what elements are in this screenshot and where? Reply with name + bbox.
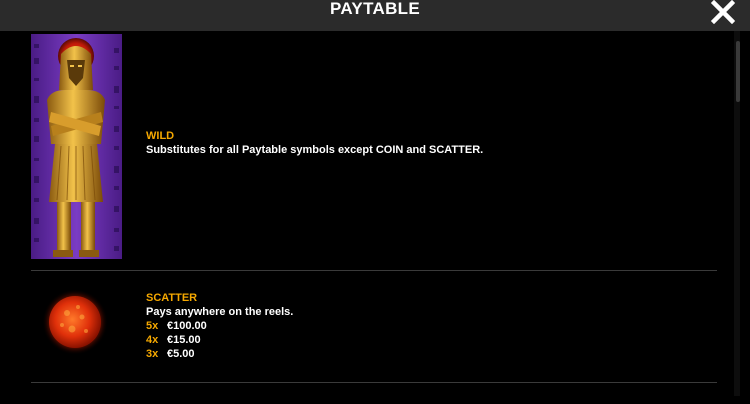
payout-row: 5x €100.00 xyxy=(146,320,207,333)
divider xyxy=(31,270,717,271)
divider xyxy=(31,382,717,383)
close-button[interactable] xyxy=(710,0,736,25)
payout-value: €100.00 xyxy=(167,320,207,332)
wild-description: Substitutes for all Paytable symbols exc… xyxy=(146,144,484,156)
page-title: PAYTABLE xyxy=(330,0,420,18)
pharaoh-wild-symbol-image xyxy=(31,34,122,259)
payout-value: €5.00 xyxy=(167,348,195,360)
sun-scatter-symbol-image xyxy=(42,289,108,355)
payout-count: 5x xyxy=(146,320,159,332)
scatter-title: SCATTER xyxy=(146,292,198,304)
payout-row: 3x €5.00 xyxy=(146,348,195,361)
scrollbar-thumb[interactable] xyxy=(736,41,740,102)
payout-value: €15.00 xyxy=(167,334,201,346)
payout-count: 3x xyxy=(146,348,159,360)
paytable-header: PAYTABLE xyxy=(0,0,750,31)
close-x-icon xyxy=(710,0,736,25)
wild-title: WILD xyxy=(146,130,175,142)
scatter-description: Pays anywhere on the reels. xyxy=(146,306,294,318)
payout-row: 4x €15.00 xyxy=(146,334,201,347)
paytable-screen: PAYTABLE WILD Substitutes for all Paytab… xyxy=(0,0,750,404)
payout-count: 4x xyxy=(146,334,159,346)
